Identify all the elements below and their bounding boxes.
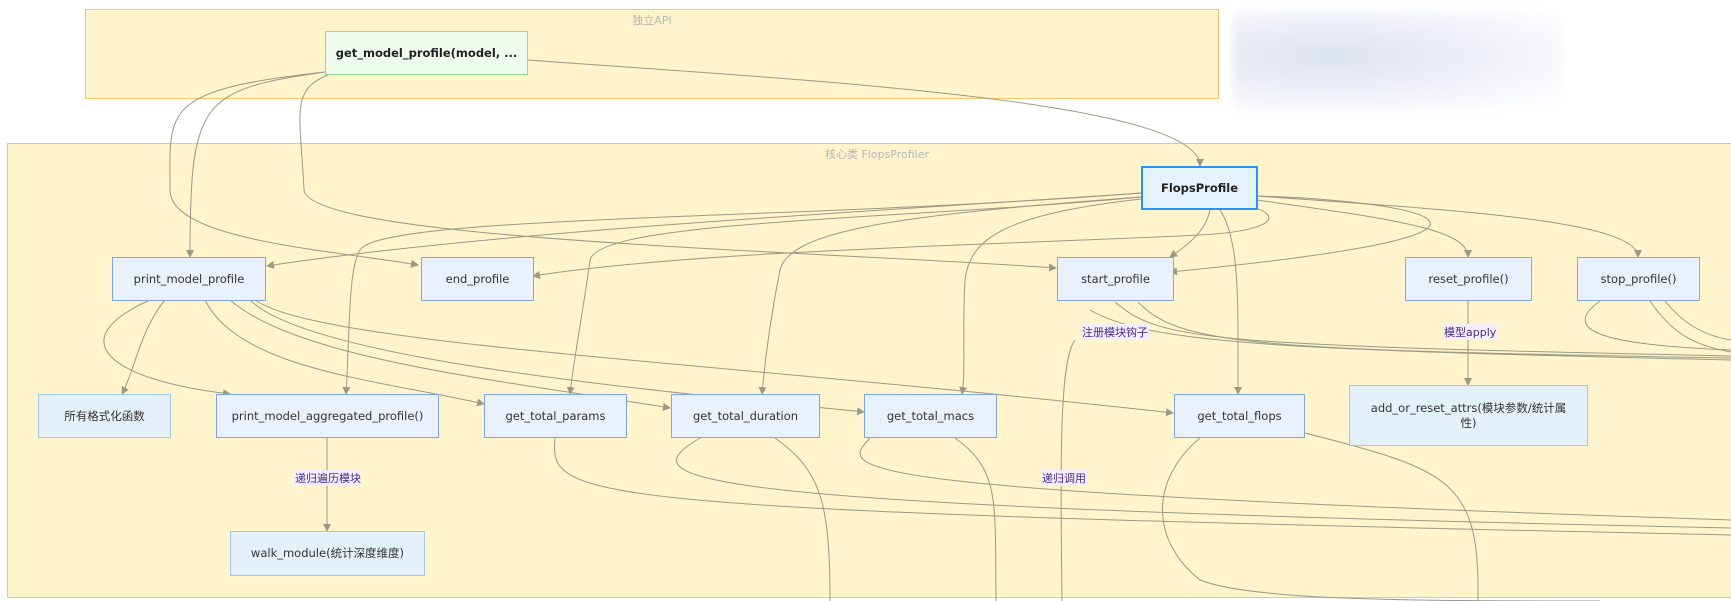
edge-stop-out-3	[1664, 300, 1731, 341]
node-get-total-flops[interactable]: get_total_flops	[1174, 394, 1305, 438]
node-format-functions[interactable]: 所有格式化函数	[38, 394, 171, 438]
node-end-profile[interactable]: end_profile	[421, 257, 534, 301]
node-print-model-aggregated-profile[interactable]: print_model_aggregated_profile()	[216, 394, 439, 438]
edge-stop-out-1	[1584, 300, 1731, 351]
node-flops-profile[interactable]: FlopsProfile	[1141, 166, 1258, 210]
edge-flops-right	[1304, 432, 1479, 601]
edge-label-recursive-walk: 递归遍历模块	[294, 470, 362, 486]
node-walk-module[interactable]: walk_module(统计深度维度)	[230, 531, 425, 576]
edge-stop-out-2	[1649, 300, 1731, 353]
edge-macs-down	[954, 437, 997, 601]
node-get-total-params[interactable]: get_total_params	[484, 394, 627, 438]
edge-fp-to-start	[1169, 209, 1211, 258]
node-print-model-profile[interactable]: print_model_profile	[112, 257, 266, 301]
edge-print-to-aggregated	[103, 299, 231, 398]
edge-start-to-right-1	[1114, 301, 1731, 357]
edge-api-to-print	[186, 71, 326, 258]
edge-duration-down	[774, 437, 831, 601]
edge-label-model-apply: 模型apply	[1443, 324, 1498, 340]
edge-start-to-right-2	[1137, 301, 1731, 359]
node-get-total-duration[interactable]: get_total_duration	[671, 394, 820, 438]
edge-api-to-start	[299, 73, 1057, 272]
edge-params-out	[554, 437, 1731, 536]
node-start-profile[interactable]: start_profile	[1057, 257, 1174, 301]
edge-label-recursive-call: 递归调用	[1041, 470, 1087, 486]
edge-start-to-right-3	[1089, 309, 1731, 361]
node-get-model-profile[interactable]: get_model_profile(model, ...	[325, 31, 528, 75]
node-add-or-reset-attrs[interactable]: add_or_reset_attrs(模块参数/统计属性)	[1349, 385, 1588, 446]
edge-api-to-end	[169, 71, 419, 268]
edge-fp-to-stop	[1256, 195, 1642, 258]
node-reset-profile[interactable]: reset_profile()	[1405, 257, 1532, 301]
node-stop-profile[interactable]: stop_profile()	[1577, 257, 1700, 301]
edge-fp-to-params	[566, 196, 1142, 395]
node-get-total-macs[interactable]: get_total_macs	[864, 394, 997, 438]
edge-fp-to-print	[266, 192, 1142, 269]
edge-print-to-params	[204, 299, 485, 407]
edge-label-register-hooks: 注册模块钩子	[1081, 324, 1149, 340]
edge-fp-to-flops	[1219, 209, 1243, 395]
edge-fp-to-reset	[1256, 199, 1472, 258]
edge-api-to-flopsprofile	[527, 59, 1204, 167]
edge-macs-out	[859, 437, 1731, 521]
